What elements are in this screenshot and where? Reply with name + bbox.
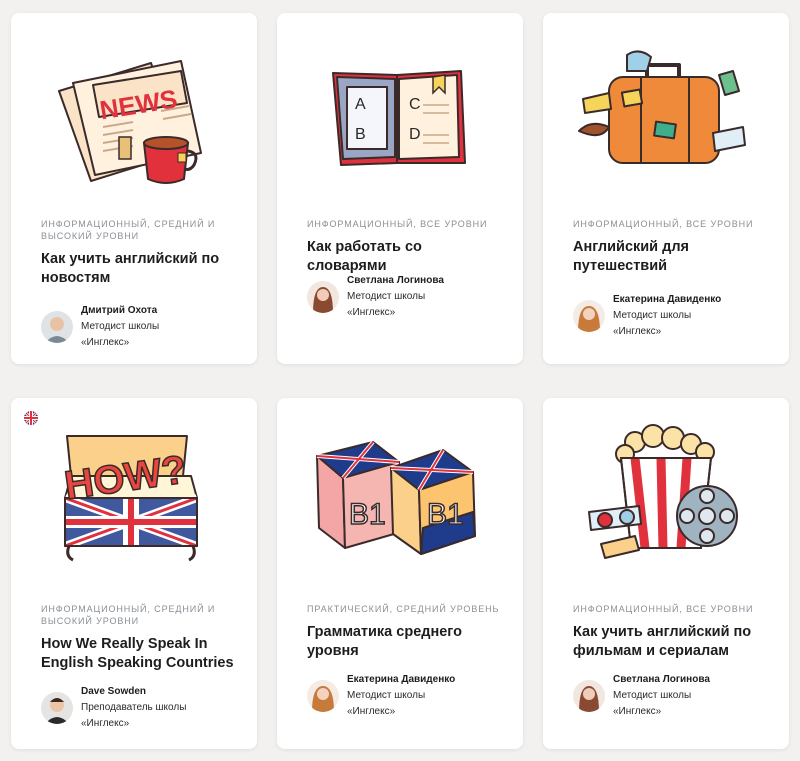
card-author[interactable]: Светлана Логинова Методист школы «Инглек… [573, 672, 777, 720]
card-title[interactable]: How We Really Speak In English Speaking … [41, 635, 239, 673]
card-meta: Информационный, все уровни [307, 219, 488, 229]
svg-text:B1: B1 [427, 498, 464, 531]
avatar [307, 281, 339, 313]
card-title[interactable]: Английский для путешествий [573, 238, 771, 276]
card-title[interactable]: Грамматика среднего уровня [307, 623, 505, 661]
author-role: Методист школы [613, 310, 692, 321]
svg-text:D: D [409, 126, 421, 143]
author-role: Методист школы [613, 690, 692, 701]
avatar [41, 692, 73, 724]
card-author[interactable]: Екатерина Давиденко Методист школы «Ингл… [307, 672, 511, 720]
author-role: Преподаватель школы [81, 702, 187, 713]
card-meta: Информационный, все уровни [573, 219, 754, 229]
how-chest-icon: HOW? [11, 398, 257, 598]
course-card-dictionaries[interactable]: A B C D Информационный, все уровни Как р… [277, 13, 523, 364]
author-name: Светлана Логинова [613, 674, 710, 685]
card-meta: Информационный, средний и высокий уровни [41, 604, 216, 626]
card-title[interactable]: Как учить английский по фильмам и сериал… [573, 623, 771, 661]
author-name: Светлана Логинова [347, 275, 444, 286]
popcorn-film-icon [543, 398, 789, 598]
card-author[interactable]: Дмитрий Охота Методист школы «Инглекс» [41, 303, 245, 351]
author-school: «Инглекс» [81, 718, 130, 729]
svg-text:A: A [355, 96, 366, 113]
author-school: «Инглекс» [347, 307, 396, 318]
author-role: Методист школы [347, 291, 426, 302]
course-card-movies[interactable]: Информационный, все уровни Как учить анг… [543, 398, 789, 749]
author-school: «Инглекс» [81, 337, 130, 348]
card-author[interactable]: Екатерина Давиденко Методист школы «Ингл… [573, 292, 777, 340]
uk-flag-icon [24, 411, 38, 425]
svg-text:B: B [355, 126, 366, 143]
card-meta: Информационный, все уровни [573, 604, 754, 614]
card-meta: Практический, средний уровень [307, 604, 500, 614]
author-name: Екатерина Давиденко [347, 674, 456, 685]
avatar [573, 300, 605, 332]
author-school: «Инглекс» [613, 706, 662, 717]
author-name: Дмитрий Охота [81, 305, 158, 316]
b1-cubes-icon: B1 B1 [277, 398, 523, 598]
course-card-grammar[interactable]: B1 B1 Практический, средний уровень Грам… [277, 398, 523, 749]
travel-suitcase-icon [543, 13, 789, 213]
course-card-travel[interactable]: Информационный, все уровни Английский дл… [543, 13, 789, 364]
author-school: «Инглекс» [347, 706, 396, 717]
card-author[interactable]: Светлана Логинова Методист школы «Инглек… [307, 273, 511, 321]
author-role: Методист школы [347, 690, 426, 701]
card-title[interactable]: Как учить английский по новостям [41, 250, 239, 288]
course-card-news[interactable]: NEWS Информационный, средний и высокий у… [11, 13, 257, 364]
author-school: «Инглекс» [613, 326, 662, 337]
author-role: Методист школы [81, 321, 160, 332]
card-meta: Информационный, средний и высокий уровни [41, 219, 216, 241]
dictionary-book-icon: A B C D [277, 13, 523, 213]
author-name: Dave Sowden [81, 686, 147, 697]
avatar [307, 680, 339, 712]
svg-text:B1: B1 [349, 498, 386, 531]
course-card-how-we-speak[interactable]: HOW? Информационный, средний и высокий у… [11, 398, 257, 749]
news-paper-tea-icon: NEWS [11, 13, 257, 213]
svg-text:C: C [409, 96, 421, 113]
avatar [573, 680, 605, 712]
card-title[interactable]: Как работать со словарями [307, 238, 505, 276]
avatar [41, 311, 73, 343]
author-name: Екатерина Давиденко [613, 294, 722, 305]
card-author[interactable]: Dave Sowden Преподаватель школы «Инглекс… [41, 684, 245, 732]
